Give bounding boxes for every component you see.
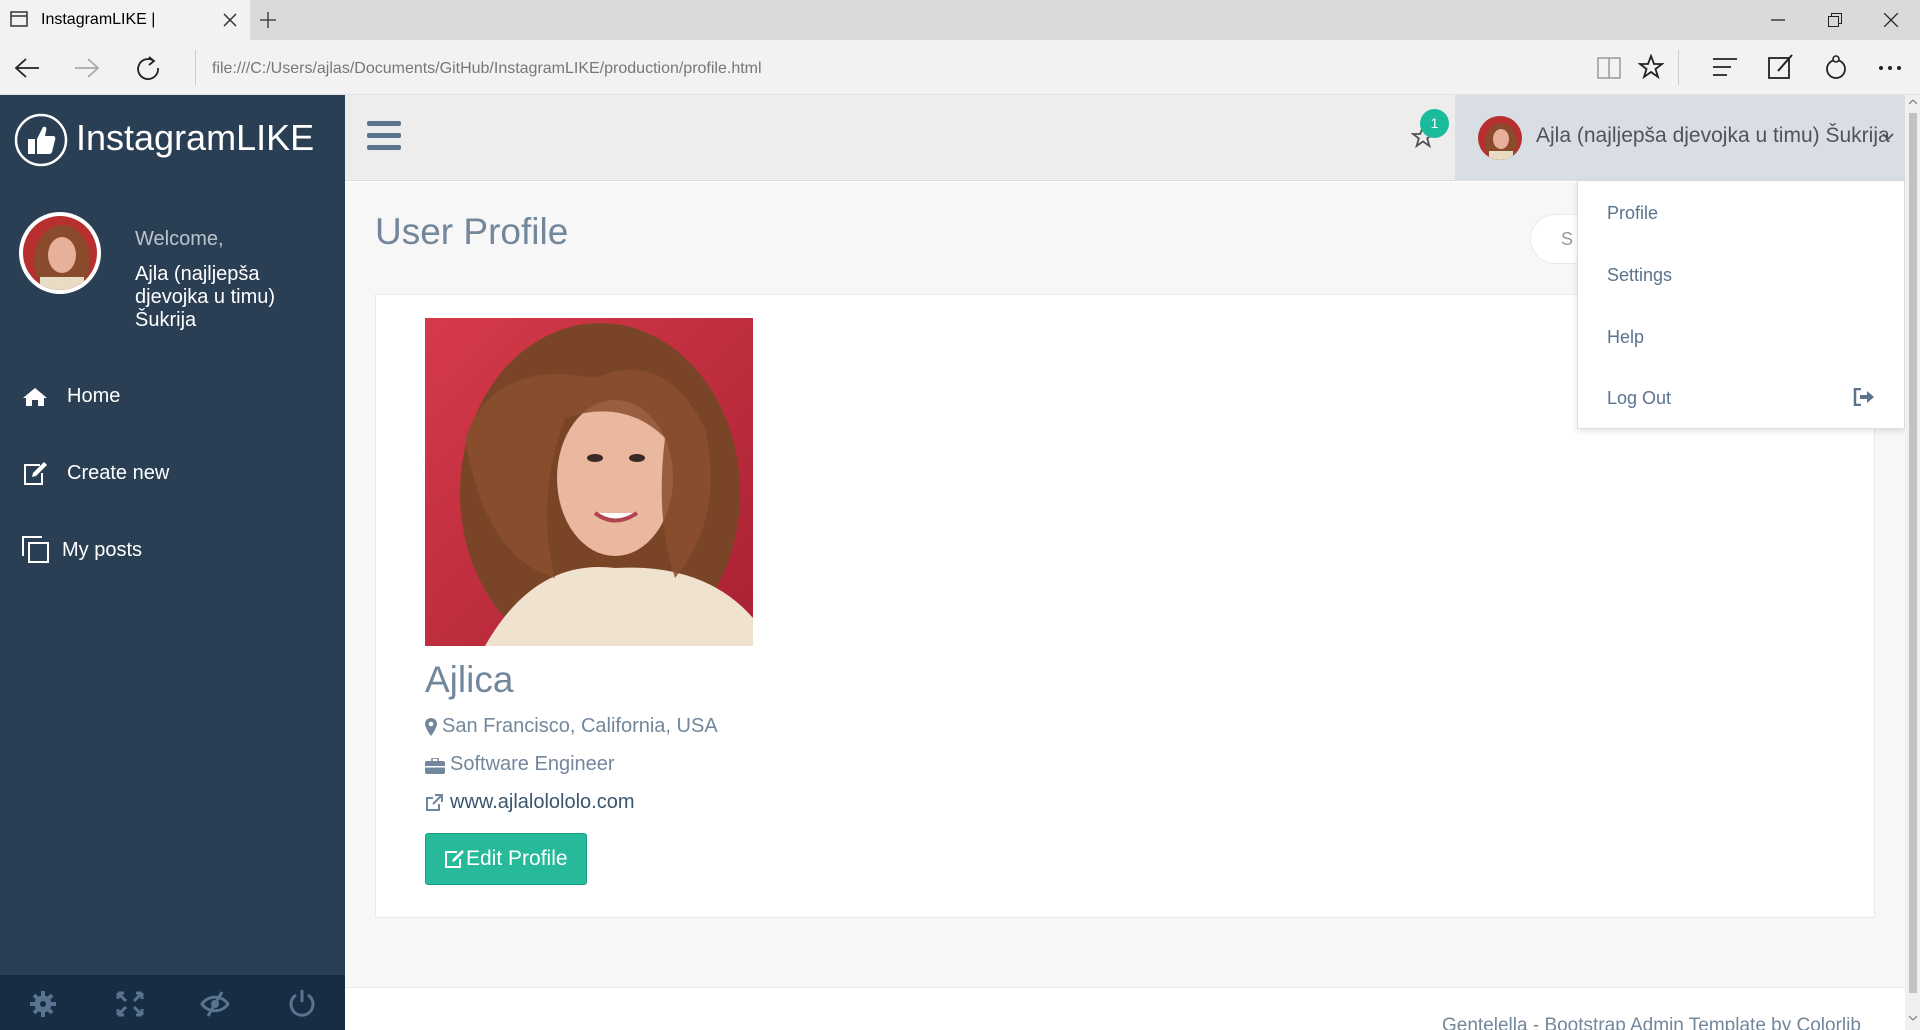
menu-item-label: Profile xyxy=(1607,203,1659,223)
website-link[interactable]: www.ajlalolololo.com xyxy=(450,791,635,814)
tab-title: InstagramLIKE | xyxy=(41,11,156,28)
scrollbar[interactable] xyxy=(1905,95,1920,1030)
map-marker-icon xyxy=(425,718,437,736)
job-text: Software Engineer xyxy=(450,753,615,775)
share-icon[interactable] xyxy=(1822,54,1850,80)
thumbs-up-logo-icon[interactable] xyxy=(14,113,68,167)
url-text[interactable]: file:///C:/Users/ajlas/Documents/GitHub/… xyxy=(212,60,762,78)
sidebar-item-label: Home xyxy=(67,385,121,407)
top-nav: 1 Ajla (najljepša djevojka u timu) Šukri… xyxy=(345,95,1905,181)
browser-tab[interactable]: InstagramLIKE | xyxy=(0,0,250,40)
profile-name: Ajlica xyxy=(425,659,514,700)
menu-item-help[interactable]: Help xyxy=(1578,308,1904,366)
menu-item-profile[interactable]: Profile xyxy=(1578,184,1904,242)
page-icon xyxy=(10,11,28,27)
welcome-label: Welcome, xyxy=(135,228,224,250)
chevron-down-icon xyxy=(1882,133,1894,141)
sidebar-item-home[interactable]: Home xyxy=(0,372,345,422)
back-icon[interactable] xyxy=(14,57,40,79)
more-icon[interactable] xyxy=(1878,65,1902,71)
divider xyxy=(1678,50,1679,85)
refresh-icon[interactable] xyxy=(135,55,161,81)
eye-slash-icon[interactable] xyxy=(200,991,230,1017)
hub-icon[interactable] xyxy=(1712,57,1738,77)
page-footer: Gentelella - Bootstrap Admin Template by… xyxy=(345,987,1905,1030)
menu-item-label: Help xyxy=(1607,327,1645,347)
edit-profile-label: Edit Profile xyxy=(466,847,568,870)
edit-icon xyxy=(24,462,47,485)
menu-item-logout[interactable]: Log Out xyxy=(1578,369,1904,427)
browser-tab-bar: InstagramLIKE | xyxy=(0,0,1920,40)
user-avatar xyxy=(1478,116,1522,160)
reading-view-icon[interactable] xyxy=(1597,57,1621,79)
external-link-icon xyxy=(426,794,443,811)
sidebar-footer xyxy=(0,975,345,1030)
power-icon[interactable] xyxy=(288,989,316,1017)
address-bar: file:///C:/Users/ajlas/Documents/GitHub/… xyxy=(0,40,1920,95)
search-placeholder: S xyxy=(1561,229,1574,249)
close-window-icon[interactable] xyxy=(1884,13,1898,27)
sign-out-icon xyxy=(1853,388,1874,406)
user-menu-toggle[interactable]: Ajla (najljepša djevojka u timu) Šukrija xyxy=(1455,95,1905,181)
user-dropdown-menu: Profile Settings Help Log Out xyxy=(1577,181,1905,429)
brand-name[interactable]: InstagramLIKE xyxy=(76,117,314,159)
menu-item-label: Settings xyxy=(1607,265,1673,285)
new-tab-icon[interactable] xyxy=(260,12,276,28)
sidebar-item-create-new[interactable]: Create new xyxy=(0,449,345,499)
footer-text: Gentelella - Bootstrap Admin Template by… xyxy=(1442,1015,1861,1030)
web-note-icon[interactable] xyxy=(1768,53,1794,81)
scrollbar-thumb[interactable] xyxy=(1909,113,1917,993)
avatar xyxy=(19,212,101,294)
sidebar: InstagramLIKE Welcome, Ajla (najljepša d… xyxy=(0,95,345,1030)
forward-icon[interactable] xyxy=(74,57,100,79)
edit-profile-button[interactable]: Edit Profile xyxy=(425,833,587,885)
profile-photo xyxy=(425,318,753,646)
copy-icon xyxy=(22,536,49,563)
sidebar-username: Ajla (najljepša djevojka u timu) Šukrija xyxy=(135,263,276,331)
notification-badge: 1 xyxy=(1420,109,1449,138)
user-menu-name: Ajla (najljepša djevojka u timu) Šukrija xyxy=(1536,124,1890,147)
job-row: Software Engineer xyxy=(425,753,655,777)
sidebar-item-my-posts[interactable]: My posts xyxy=(0,526,345,576)
sidebar-item-label: Create new xyxy=(67,462,170,484)
divider xyxy=(195,50,196,85)
menu-toggle-icon[interactable] xyxy=(367,121,401,151)
location-text: San Francisco, California, USA xyxy=(442,715,718,737)
minimize-icon[interactable] xyxy=(1771,19,1785,21)
scroll-down-icon[interactable] xyxy=(1908,1015,1918,1022)
scroll-up-icon[interactable] xyxy=(1908,98,1918,105)
close-tab-icon[interactable] xyxy=(223,13,237,27)
sidebar-item-label: My posts xyxy=(62,539,143,561)
gear-icon[interactable] xyxy=(30,991,56,1017)
restore-icon[interactable] xyxy=(1828,13,1842,27)
edit-icon xyxy=(445,850,464,868)
briefcase-icon xyxy=(425,758,445,774)
website-row[interactable]: www.ajlalolololo.com xyxy=(425,791,655,815)
home-icon xyxy=(23,388,47,406)
location-row: San Francisco, California, USA xyxy=(425,715,755,739)
page-title: User Profile xyxy=(375,211,569,252)
favorite-star-icon[interactable] xyxy=(1638,54,1664,80)
menu-item-label: Log Out xyxy=(1607,388,1672,408)
fullscreen-icon[interactable] xyxy=(116,991,144,1017)
menu-item-settings[interactable]: Settings xyxy=(1578,246,1904,304)
